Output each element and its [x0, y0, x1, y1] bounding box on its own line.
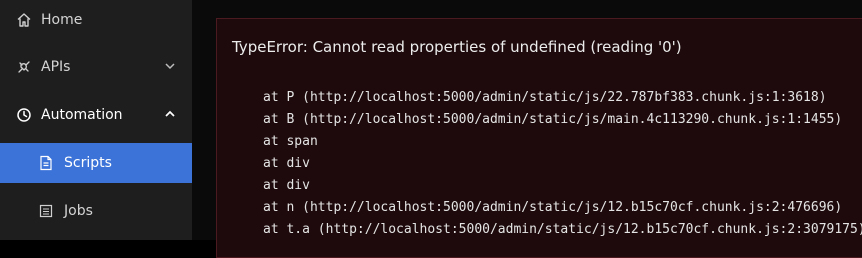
sidebar-item-apis[interactable]: APIs: [0, 47, 192, 87]
stack-frame: at div: [263, 178, 310, 193]
sidebar-item-label: APIs: [41, 59, 71, 75]
stack-frame: at P (http://localhost:5000/admin/static…: [263, 90, 827, 105]
chevron-down-icon[interactable]: [164, 60, 176, 72]
home-icon: [16, 12, 32, 28]
sidebar-item-label: Scripts: [64, 155, 112, 171]
main-content: TypeError: Cannot read properties of und…: [192, 0, 862, 258]
sidebar-item-label: Jobs: [64, 203, 93, 219]
sidebar-item-label: Automation: [41, 107, 123, 123]
list-icon: [38, 203, 54, 219]
clock-icon: [16, 107, 32, 123]
stack-frame: at div: [263, 156, 310, 171]
stack-frame: at t.a (http://localhost:5000/admin/stat…: [263, 222, 862, 237]
sidebar-item-automation[interactable]: Automation: [0, 95, 192, 135]
sidebar-item-label: Home: [41, 12, 83, 28]
sidebar-item-home[interactable]: Home: [0, 0, 192, 40]
plug-icon: [16, 59, 32, 75]
sidebar-item-jobs[interactable]: Jobs: [0, 191, 192, 231]
error-title: TypeError: Cannot read properties of und…: [232, 38, 682, 56]
stack-frame: at n (http://localhost:5000/admin/static…: [263, 200, 843, 215]
sidebar: Home APIs Automation Scripts Jobs: [0, 0, 192, 240]
document-icon: [38, 155, 54, 171]
stack-trace: at P (http://localhost:5000/admin/static…: [263, 87, 862, 241]
error-panel: TypeError: Cannot read properties of und…: [216, 18, 862, 258]
stack-frame: at span: [263, 134, 318, 149]
stack-frame: at B (http://localhost:5000/admin/static…: [263, 112, 843, 127]
sidebar-item-scripts[interactable]: Scripts: [0, 143, 192, 183]
chevron-up-icon[interactable]: [164, 108, 176, 120]
